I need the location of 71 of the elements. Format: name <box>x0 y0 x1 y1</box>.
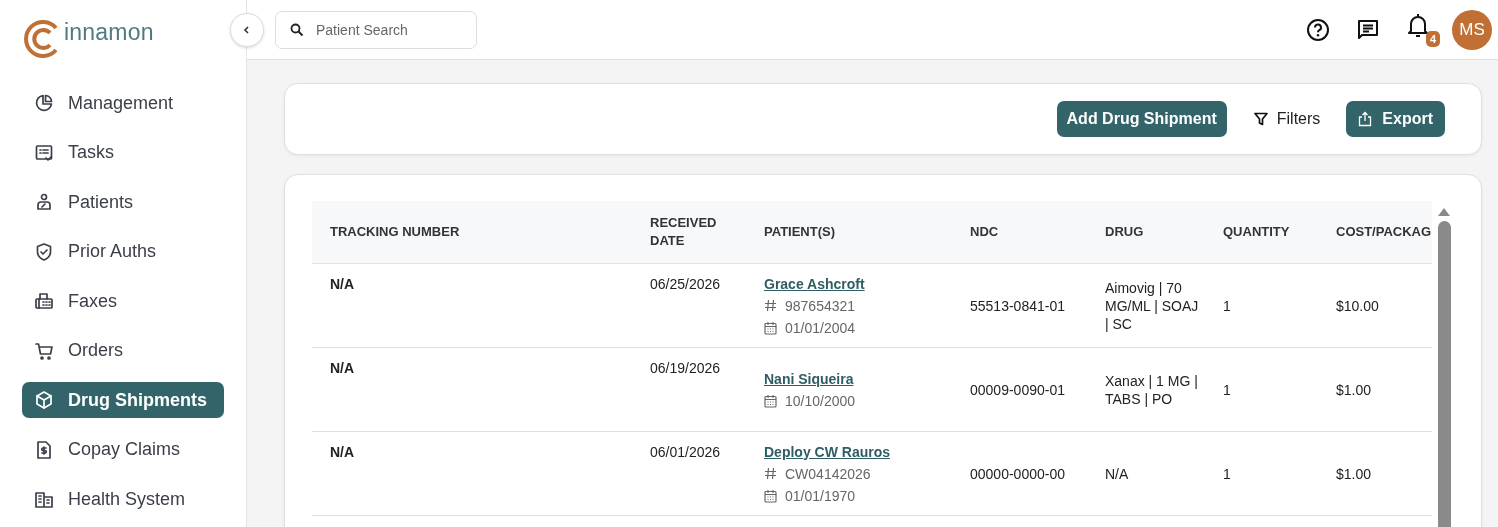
date-of-birth: 01/01/1970 <box>785 486 856 505</box>
logo-text: innamon <box>64 19 154 47</box>
calendar-icon <box>764 488 777 503</box>
column-header: PATIENT(S) <box>764 224 835 239</box>
column-header: RECEIVED DATE <box>650 215 717 248</box>
cost-per-package: $1.00 <box>1336 381 1372 398</box>
column-header: COST/PACKAG <box>1336 224 1432 239</box>
notification-count: 4 <box>1425 30 1440 47</box>
column-header: QUANTITY <box>1223 224 1290 239</box>
received-date: 06/25/2026 <box>650 276 721 292</box>
quantity: 1 <box>1223 381 1231 398</box>
ndc-code: 55513-0841-01 <box>970 297 1065 314</box>
sidebar-item[interactable]: Tasks <box>22 134 224 171</box>
sidebar-item[interactable]: Drug Shipments <box>22 382 224 418</box>
tracking-number: N/A <box>330 360 355 376</box>
sidebar-item[interactable]: Copay Claims <box>22 431 224 468</box>
column-header: NDC <box>970 224 999 239</box>
calendar-icon <box>764 393 777 408</box>
filters-button[interactable]: Filters <box>1236 110 1337 128</box>
person-icon <box>34 192 54 212</box>
drug-name: N/A <box>1105 464 1130 483</box>
shield-icon <box>34 241 54 262</box>
hash-icon <box>764 467 777 480</box>
column-header: DRUG <box>1105 224 1144 239</box>
drug-name: Xanax | 1 MG | TABS | PO <box>1105 371 1199 408</box>
received-date: 06/01/2026 <box>650 444 721 460</box>
scroll-up-icon[interactable] <box>1437 207 1451 217</box>
export-icon <box>1358 111 1373 127</box>
user-avatar[interactable]: MS <box>1452 9 1492 50</box>
chevron-left-icon <box>242 24 252 35</box>
box-icon <box>34 390 54 410</box>
pie-chart-icon <box>34 93 54 113</box>
filter-icon <box>1252 111 1269 127</box>
received-date: 06/19/2026 <box>650 360 721 376</box>
quantity: 1 <box>1223 465 1231 482</box>
sidebar-item[interactable]: Management <box>22 85 224 121</box>
add-drug-shipment-button[interactable]: Add Drug Shipment <box>1056 101 1227 137</box>
message-icon[interactable] <box>1356 17 1380 42</box>
date-of-birth: 01/01/2004 <box>785 318 856 337</box>
tracking-number: N/A <box>330 276 355 292</box>
building-icon <box>34 489 54 509</box>
tracking-number: N/A <box>330 444 355 460</box>
date-of-birth: 10/10/2000 <box>785 391 856 410</box>
patient-link[interactable]: Deploy CW Rauros <box>764 442 934 461</box>
ndc-code: 00009-0090-01 <box>970 381 1065 398</box>
dollar-document-icon <box>34 439 54 460</box>
fax-icon <box>34 291 54 311</box>
checklist-icon <box>34 142 54 163</box>
help-icon[interactable] <box>1306 17 1330 42</box>
calendar-icon <box>764 320 777 335</box>
export-button[interactable]: Export <box>1346 101 1445 137</box>
hash-icon <box>764 299 777 312</box>
sidebar-item[interactable]: Faxes <box>22 283 224 319</box>
sidebar-item[interactable]: Prior Auths <box>22 233 224 270</box>
sidebar-item[interactable]: Health System <box>22 481 224 517</box>
drug-name: Aimovig | 70 MG/ML | SOAJ | SC <box>1105 278 1199 333</box>
column-header: TRACKING NUMBER <box>330 224 460 239</box>
ndc-code: 00000-0000-00 <box>970 465 1065 482</box>
patient-id: CW04142026 <box>785 464 871 483</box>
cart-icon <box>34 340 54 361</box>
patient-link[interactable]: Grace Ashcroft <box>764 274 934 293</box>
cost-per-package: $10.00 <box>1336 297 1379 314</box>
sidebar-item[interactable]: Patients <box>22 184 224 220</box>
quantity: 1 <box>1223 297 1231 314</box>
sidebar-item[interactable]: Orders <box>22 332 224 369</box>
bell-icon <box>1406 12 1430 39</box>
search-field[interactable]: Patient Search <box>275 10 477 49</box>
cost-per-package: $1.00 <box>1336 465 1372 482</box>
notification-button[interactable]: 4 <box>1406 12 1440 47</box>
patient-id: 987654321 <box>785 296 856 315</box>
patient-link[interactable]: Nani Siqueira <box>764 369 934 388</box>
